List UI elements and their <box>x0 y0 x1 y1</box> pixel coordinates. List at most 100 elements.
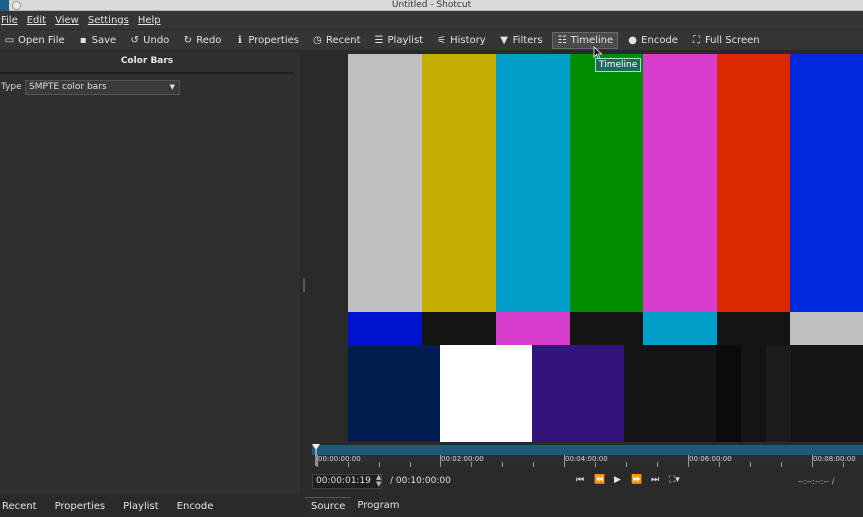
panel-title: Color Bars <box>120 56 174 66</box>
menu-file[interactable]: File <box>1 15 18 26</box>
color-bar-mid-5 <box>717 312 790 345</box>
ruler-minor-tick <box>626 462 627 467</box>
ruler-minor-tick <box>379 462 380 467</box>
video-viewer[interactable] <box>308 52 863 444</box>
properties-label: Properties <box>248 34 299 46</box>
full-screen-button[interactable]: ⛶ Full Screen <box>687 32 764 49</box>
ruler-tick-label: 00:08:00:00 <box>813 455 856 463</box>
playlist-label: Playlist <box>387 34 424 46</box>
redo-icon: ↻ <box>183 34 192 46</box>
in-out-text: --:--:--:-- / <box>798 477 835 486</box>
history-button[interactable]: ⚟ History <box>432 32 490 49</box>
undo-icon: ↺ <box>130 34 139 46</box>
history-icon: ⚟ <box>437 34 447 46</box>
window-title-bar: Untitled - Shotcut <box>0 0 863 11</box>
tab-source[interactable]: Source <box>305 497 352 515</box>
panel-divider <box>0 72 294 74</box>
properties-button[interactable]: ℹ Properties <box>230 32 303 49</box>
timecode-input[interactable]: 00:00:01:19 <box>312 474 382 489</box>
playhead-icon[interactable] <box>312 444 320 466</box>
recent-button[interactable]: ◷ Recent <box>308 32 365 49</box>
save-label: Save <box>91 34 117 46</box>
color-bar-top-3 <box>570 54 643 312</box>
tab-encode[interactable]: Encode <box>175 501 216 512</box>
window-control-icon[interactable] <box>12 1 21 10</box>
tab-playlist[interactable]: Playlist <box>121 501 161 512</box>
color-bar-bottom-5 <box>741 345 766 442</box>
fast-forward-icon[interactable]: ⏩ <box>631 475 642 485</box>
color-bar-bottom-6 <box>766 345 791 442</box>
tab-program[interactable]: Program <box>351 497 405 515</box>
tab-properties[interactable]: Properties <box>53 501 108 512</box>
type-label: Type <box>1 82 22 92</box>
menu-help[interactable]: Help <box>138 15 161 26</box>
tooltip: Timeline <box>595 58 642 72</box>
color-bars-bottom <box>348 345 863 442</box>
ruler-minor-tick <box>843 462 844 467</box>
filters-label: Filters <box>512 34 543 46</box>
app-icon <box>0 0 9 11</box>
menu-view[interactable]: View <box>55 15 79 26</box>
timeline-button[interactable]: ☷ Timeline <box>551 31 619 49</box>
timeline-ruler[interactable]: 00:00:00:00 00:02:00:00 00:04:00:00 00:06:0… <box>312 455 863 467</box>
menu-edit[interactable]: Edit <box>27 15 46 26</box>
ruler-minor-tick <box>657 462 658 467</box>
encode-button[interactable]: ● Encode <box>623 32 682 49</box>
color-bar-mid-6 <box>790 312 863 345</box>
ruler-tick-label: 00:02:00:00 <box>441 455 484 463</box>
list-icon: ☰ <box>374 34 384 46</box>
timecode-spinner-icon[interactable]: ▲ ▼ <box>376 474 381 488</box>
ruler-minor-tick <box>533 462 534 467</box>
color-bar-bottom-4 <box>716 345 741 442</box>
type-select[interactable]: SMPTE color bars ▼ <box>25 80 180 95</box>
color-bar-top-2 <box>496 54 570 312</box>
window-title: Untitled - Shotcut <box>391 0 472 10</box>
scrub-bar[interactable] <box>312 445 863 455</box>
save-button[interactable]: ▪ Save <box>74 32 121 49</box>
encode-icon: ● <box>628 34 638 46</box>
timeline-icon: ☷ <box>557 34 567 46</box>
redo-label: Redo <box>196 34 222 46</box>
color-bar-mid-0 <box>348 312 422 345</box>
color-bar-mid-1 <box>422 312 496 345</box>
save-icon: ▪ <box>79 34 87 46</box>
clock-icon: ◷ <box>313 34 322 46</box>
properties-panel: Color Bars Type SMPTE color bars ▼ <box>0 52 300 495</box>
skip-next-icon[interactable]: ⏭ <box>651 475 659 485</box>
ruler-minor-tick <box>410 462 411 467</box>
ruler-tick-label: 00:00:00:00 <box>318 455 361 463</box>
menu-settings[interactable]: Settings <box>88 15 129 26</box>
color-bar-mid-2 <box>496 312 570 345</box>
redo-button[interactable]: ↻ Redo <box>178 32 225 49</box>
menu-bar: File Edit View Settings Help <box>0 11 863 29</box>
color-bars-middle <box>348 312 863 345</box>
tab-recent[interactable]: Recent <box>0 501 39 512</box>
color-bar-top-1 <box>422 54 496 312</box>
playlist-button[interactable]: ☰ Playlist <box>370 32 428 49</box>
skip-previous-icon[interactable]: ⏮ <box>576 475 584 485</box>
color-bar-top-0 <box>348 54 422 312</box>
folder-icon: ▭ <box>4 34 15 46</box>
rewind-icon[interactable]: ⏪ <box>594 475 605 485</box>
transport-bar: 00:00:01:19 ▲ ▼ / 00:10:00:00 ⏮ ⏪ ▶ ⏩ ⏭ ⛶… <box>308 470 863 492</box>
full-screen-label: Full Screen <box>704 34 760 46</box>
main-toolbar: ▭ Open File ▪ Save ↺ Undo ↻ Redo ℹ Properties… <box>0 29 863 51</box>
color-bars-top <box>348 54 863 312</box>
splitter-handle[interactable] <box>303 278 305 292</box>
color-bar-top-5 <box>717 54 790 312</box>
timeline-label: Timeline <box>570 34 614 46</box>
ruler-minor-tick <box>471 462 472 467</box>
undo-label: Undo <box>143 34 170 46</box>
zoom-icon[interactable]: ⛶▾ <box>669 475 680 485</box>
info-icon: ℹ <box>238 34 242 46</box>
duration-text: / 00:10:00:00 <box>390 476 451 486</box>
ruler-minor-tick <box>719 462 720 467</box>
filters-button[interactable]: ▼ Filters <box>495 32 547 49</box>
color-bar-top-6 <box>790 54 863 312</box>
viewer-tabs: Source Program <box>305 495 863 517</box>
play-icon[interactable]: ▶ <box>614 475 621 485</box>
open-file-button[interactable]: ▭ Open File <box>0 32 69 49</box>
undo-button[interactable]: ↺ Undo <box>125 32 173 49</box>
ruler-minor-tick <box>502 462 503 467</box>
color-bar-top-4 <box>643 54 717 312</box>
